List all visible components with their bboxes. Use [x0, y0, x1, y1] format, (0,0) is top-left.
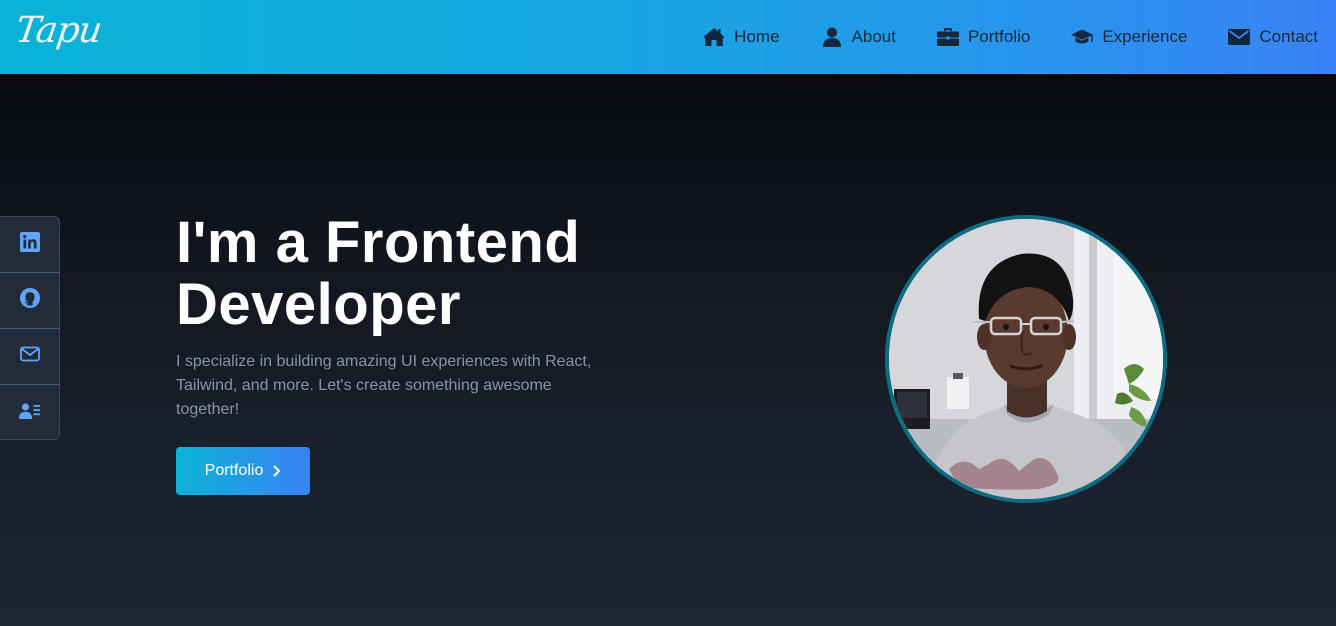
hero-headline-line1: I'm a Frontend	[176, 210, 581, 275]
navbar: Tapu Home About Portfolio Experience Con…	[0, 0, 1336, 74]
nav-label-contact: Contact	[1259, 27, 1318, 46]
nav-label-experience: Experience	[1102, 27, 1188, 46]
nav-label-about: About	[851, 27, 896, 46]
envelope-icon	[1227, 26, 1251, 48]
user-icon	[820, 26, 844, 48]
nav-item-portfolio[interactable]: Portfolio	[936, 26, 1030, 48]
briefcase-icon	[936, 26, 960, 48]
hero-headline: I'm a Frontend Developer	[176, 212, 696, 336]
profile-photo	[885, 215, 1167, 503]
nav-label-portfolio: Portfolio	[967, 27, 1031, 46]
linkedin-icon	[19, 232, 40, 257]
logo[interactable]: Tapu	[13, 10, 104, 51]
portfolio-button-label: Portfolio	[204, 462, 264, 479]
graduation-cap-icon	[1070, 26, 1094, 48]
nav-item-experience[interactable]: Experience	[1070, 26, 1187, 48]
contact-card-link[interactable]	[0, 385, 59, 441]
linkedin-link[interactable]	[0, 217, 59, 273]
github-link[interactable]	[0, 273, 59, 329]
home-icon	[702, 26, 726, 48]
nav-item-home[interactable]: Home	[702, 26, 780, 48]
hero-headline-line2: Developer	[176, 272, 461, 337]
mail-icon	[19, 346, 40, 367]
hero-description: I specialize in building amazing UI expe…	[176, 353, 592, 418]
nav-label-home: Home	[734, 27, 780, 46]
main-nav: Home About Portfolio Experience Contact	[702, 0, 1336, 74]
nav-item-about[interactable]: About	[820, 26, 896, 48]
nav-item-contact[interactable]: Contact	[1227, 26, 1318, 48]
social-sidebar	[0, 216, 60, 440]
email-link[interactable]	[0, 329, 59, 385]
profile-photo-illustration	[889, 219, 1163, 499]
chevron-right-icon	[273, 465, 281, 477]
contact-card-icon	[18, 402, 41, 425]
portfolio-button[interactable]: Portfolio	[176, 447, 310, 495]
github-icon	[19, 288, 40, 313]
